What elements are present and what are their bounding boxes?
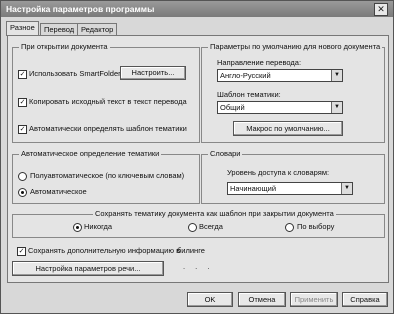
template-select[interactable]: Общий ▼ [217,101,343,114]
auto-template-checkbox[interactable]: ✓ [18,125,27,134]
defaults-group-legend: Параметры по умолчанию для нового докуме… [208,42,383,51]
by-choice-radio[interactable] [285,223,294,232]
auto-radio[interactable] [18,188,27,197]
direction-value: Англо-Русский [220,71,271,80]
open-group-legend: При открытии документа [19,42,110,51]
never-label: Никогда [84,222,113,231]
close-icon: ✕ [377,4,385,14]
save-topic-group: Сохранять тематику документа как шаблон … [12,209,385,238]
template-label: Шаблон тематики: [217,90,281,99]
semi-auto-label: Полуавтоматическое (по ключевым словам) [30,171,185,180]
apply-button[interactable]: Применить [290,292,338,307]
configure-smartfolders-button[interactable]: Настроить... [120,66,186,80]
default-macro-button[interactable]: Макрос по умолчанию... [233,121,343,136]
auto-label: Автоматическое [30,187,87,196]
dictionaries-legend: Словари [208,149,243,158]
by-choice-label: По выбору [297,222,335,231]
save-extra-checkbox[interactable]: ✓ [17,247,26,256]
window-title: Настройка параметров программы [6,4,155,14]
copy-source-label: Копировать исходный текст в текст перево… [29,97,187,106]
semi-auto-radio[interactable] [18,172,27,181]
defaults-group: Параметры по умолчанию для нового докуме… [201,42,385,143]
title-bar[interactable]: Настройка параметров программы ✕ [1,1,393,17]
settings-dialog: Настройка параметров программы ✕ Разное … [0,0,394,314]
direction-select[interactable]: Англо-Русский ▼ [217,69,343,82]
save-extra-label: Сохранять дополнительную информацию в [28,246,181,255]
chevron-down-icon: ▼ [331,70,342,81]
auto-topic-legend: Автоматическое определение тематики [19,149,162,158]
auto-topic-group: Автоматическое определение тематики Полу… [12,149,200,204]
ok-button[interactable]: OK [187,292,233,307]
auto-template-label: Автоматически определять шаблон тематики [29,124,187,133]
copy-source-checkbox[interactable]: ✓ [18,98,27,107]
tab-panel: При открытии документа ✓ Использовать Sm… [7,35,389,283]
chevron-down-icon: ▼ [341,183,352,194]
speech-settings-button[interactable]: Настройка параметров речи... [12,261,164,276]
open-document-group: При открытии документа ✓ Использовать Sm… [12,42,200,143]
close-button[interactable]: ✕ [374,3,388,16]
never-radio[interactable] [73,223,82,232]
access-level-select[interactable]: Начинающий ▼ [227,182,353,195]
save-topic-legend: Сохранять тематику документа как шаблон … [93,209,336,218]
smartfolders-label: Использовать SmartFolders [29,69,125,78]
help-button[interactable]: Справка [342,292,388,307]
direction-label: Направление перевода: [217,58,302,67]
save-extra-word: билинге [177,246,205,255]
always-label: Всегда [199,222,223,231]
cancel-button[interactable]: Отмена [238,292,286,307]
access-level-value: Начинающий [230,184,277,193]
dictionaries-group: Словари Уровень доступа к словарям: Начи… [201,149,385,204]
dots-decoration: . . . [183,262,214,271]
template-value: Общий [220,103,245,112]
tab-misc[interactable]: Разное [6,21,39,36]
smartfolders-checkbox[interactable]: ✓ [18,70,27,79]
always-radio[interactable] [188,223,197,232]
chevron-down-icon: ▼ [331,102,342,113]
access-level-label: Уровень доступа к словарям: [227,168,330,177]
